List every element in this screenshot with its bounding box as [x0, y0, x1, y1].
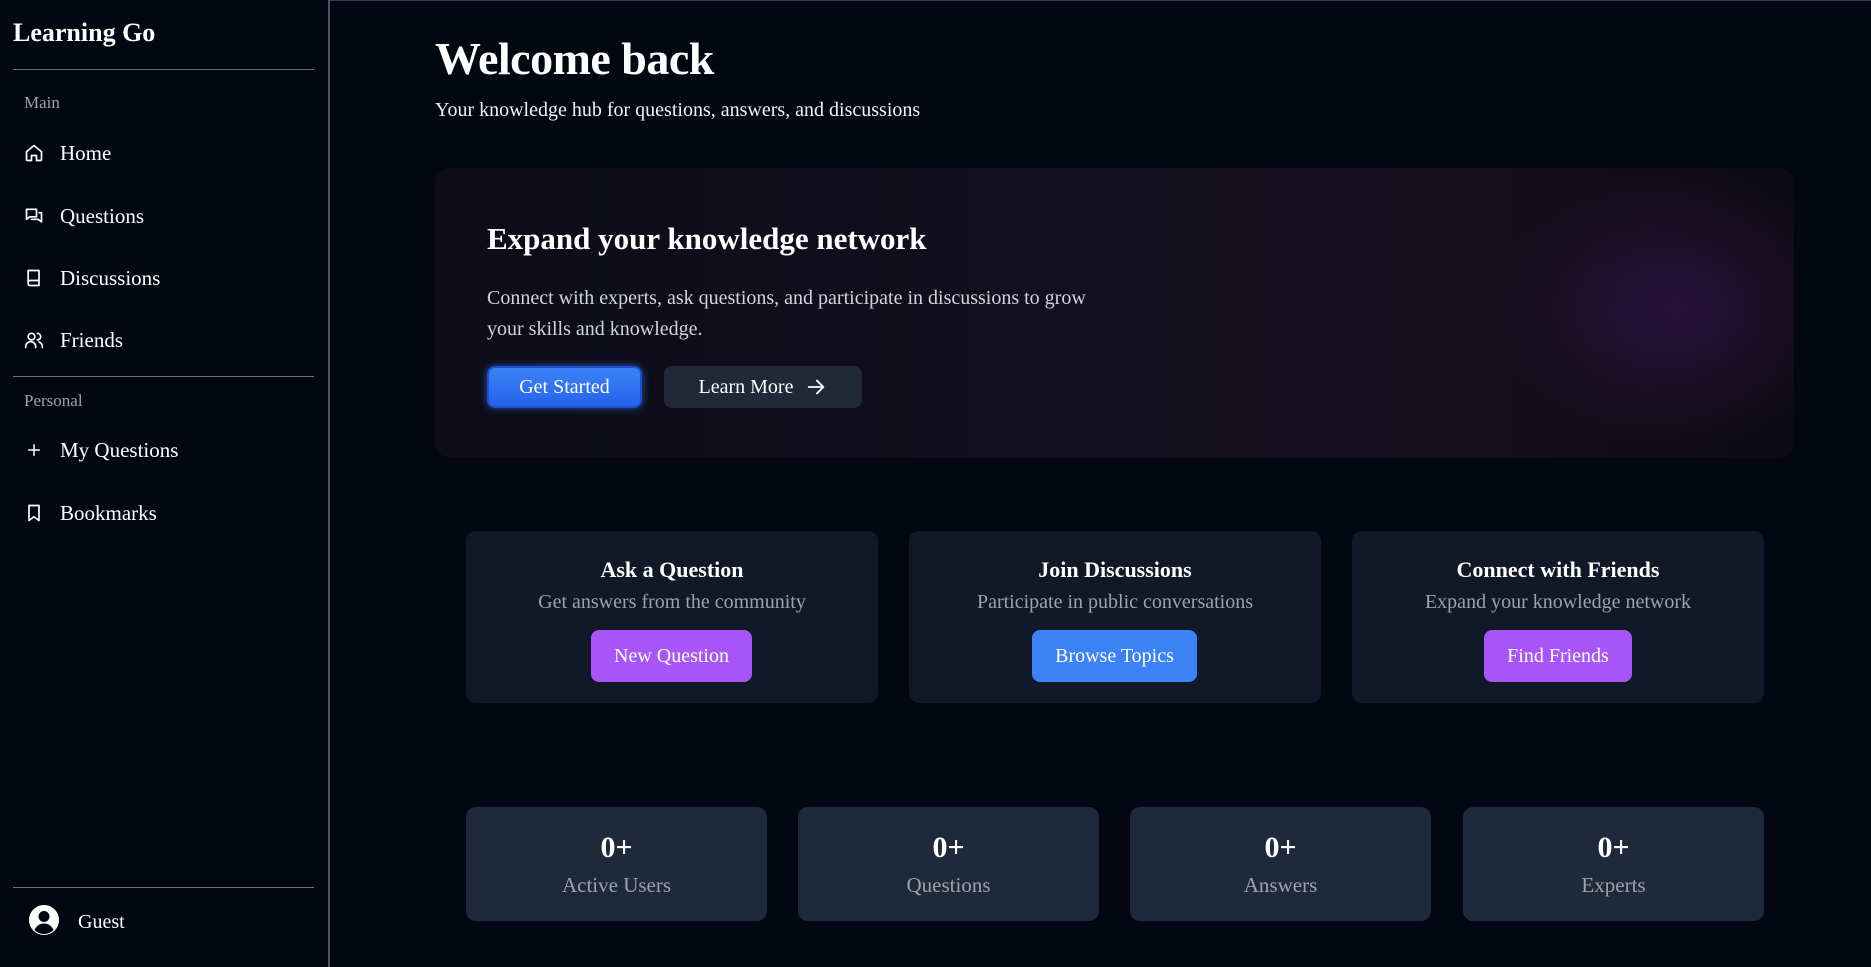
stat-label: Experts — [1581, 873, 1646, 897]
bookmark-icon — [24, 503, 44, 523]
find-friends-button[interactable]: Find Friends — [1484, 630, 1632, 682]
sidebar-item-label: Discussions — [60, 265, 161, 290]
page-title: Welcome back — [435, 33, 714, 84]
user-profile[interactable]: Guest — [28, 904, 125, 941]
learn-more-label: Learn More — [698, 375, 794, 398]
card-title: Ask a Question — [600, 557, 744, 582]
get-started-button[interactable]: Get Started — [487, 366, 642, 408]
users-icon — [24, 330, 44, 350]
page-subtitle: Your knowledge hub for questions, answer… — [435, 99, 921, 121]
card-title: Join Discussions — [1038, 557, 1192, 582]
sidebar-divider — [13, 69, 314, 70]
stat-answers: 0+ Answers — [1130, 807, 1431, 921]
hero-text: Connect with experts, ask questions, and… — [487, 287, 1086, 340]
stat-label: Questions — [906, 873, 991, 897]
sidebar-item-label: My Questions — [60, 437, 179, 462]
card-description: Get answers from the community — [538, 591, 806, 613]
card-connect-friends: Connect with Friends Expand your knowled… — [1352, 531, 1764, 703]
stat-questions: 0+ Questions — [798, 807, 1099, 921]
user-circle-icon — [28, 904, 60, 941]
sidebar-item-home[interactable]: Home — [24, 136, 111, 170]
sidebar-item-my-questions[interactable]: My Questions — [24, 433, 178, 467]
stat-value: 0+ — [1597, 831, 1630, 864]
card-description: Participate in public conversations — [976, 591, 1254, 613]
card-title: Connect with Friends — [1456, 557, 1660, 582]
arrow-right-icon — [805, 376, 827, 398]
card-ask-question: Ask a Question Get answers from the comm… — [466, 531, 878, 703]
stat-label: Active Users — [561, 873, 672, 897]
home-icon — [24, 143, 44, 163]
stat-value: 0+ — [600, 831, 633, 864]
sidebar-item-friends[interactable]: Friends — [24, 323, 123, 357]
sidebar-item-label: Home — [60, 140, 112, 165]
stat-value: 0+ — [1264, 831, 1297, 864]
book-icon — [24, 268, 44, 288]
browse-topics-button[interactable]: Browse Topics — [1032, 630, 1197, 682]
learn-more-button[interactable]: Learn More — [664, 366, 862, 408]
new-question-button[interactable]: New Question — [591, 630, 752, 682]
section-label-main: Main — [24, 93, 60, 112]
sidebar-item-label: Friends — [60, 327, 123, 352]
sidebar-divider — [13, 887, 314, 888]
stat-label: Answers — [1243, 873, 1318, 897]
stat-active-users: 0+ Active Users — [466, 807, 767, 921]
card-description: Expand your knowledge network — [1424, 591, 1692, 613]
hero-title: Expand your knowledge network — [487, 221, 927, 256]
sidebar-divider — [13, 376, 314, 377]
user-name: Guest — [78, 911, 125, 933]
sidebar-item-discussions[interactable]: Discussions — [24, 261, 160, 295]
stat-value: 0+ — [932, 831, 965, 864]
brand-title[interactable]: Learning Go — [13, 18, 155, 48]
sidebar-item-label: Questions — [60, 203, 144, 228]
plus-icon — [24, 440, 44, 460]
stat-experts: 0+ Experts — [1463, 807, 1764, 921]
card-join-discussions: Join Discussions Participate in public c… — [909, 531, 1321, 703]
hero-banner: Expand your knowledge network Connect wi… — [435, 168, 1794, 458]
chat-bubbles-icon — [24, 206, 44, 226]
section-label-personal: Personal — [24, 391, 83, 410]
sidebar-item-bookmarks[interactable]: Bookmarks — [24, 496, 157, 530]
sidebar-item-questions[interactable]: Questions — [24, 199, 144, 233]
sidebar: Learning Go Main Home Questions Discussi… — [0, 0, 330, 967]
sidebar-item-label: Bookmarks — [60, 500, 157, 525]
